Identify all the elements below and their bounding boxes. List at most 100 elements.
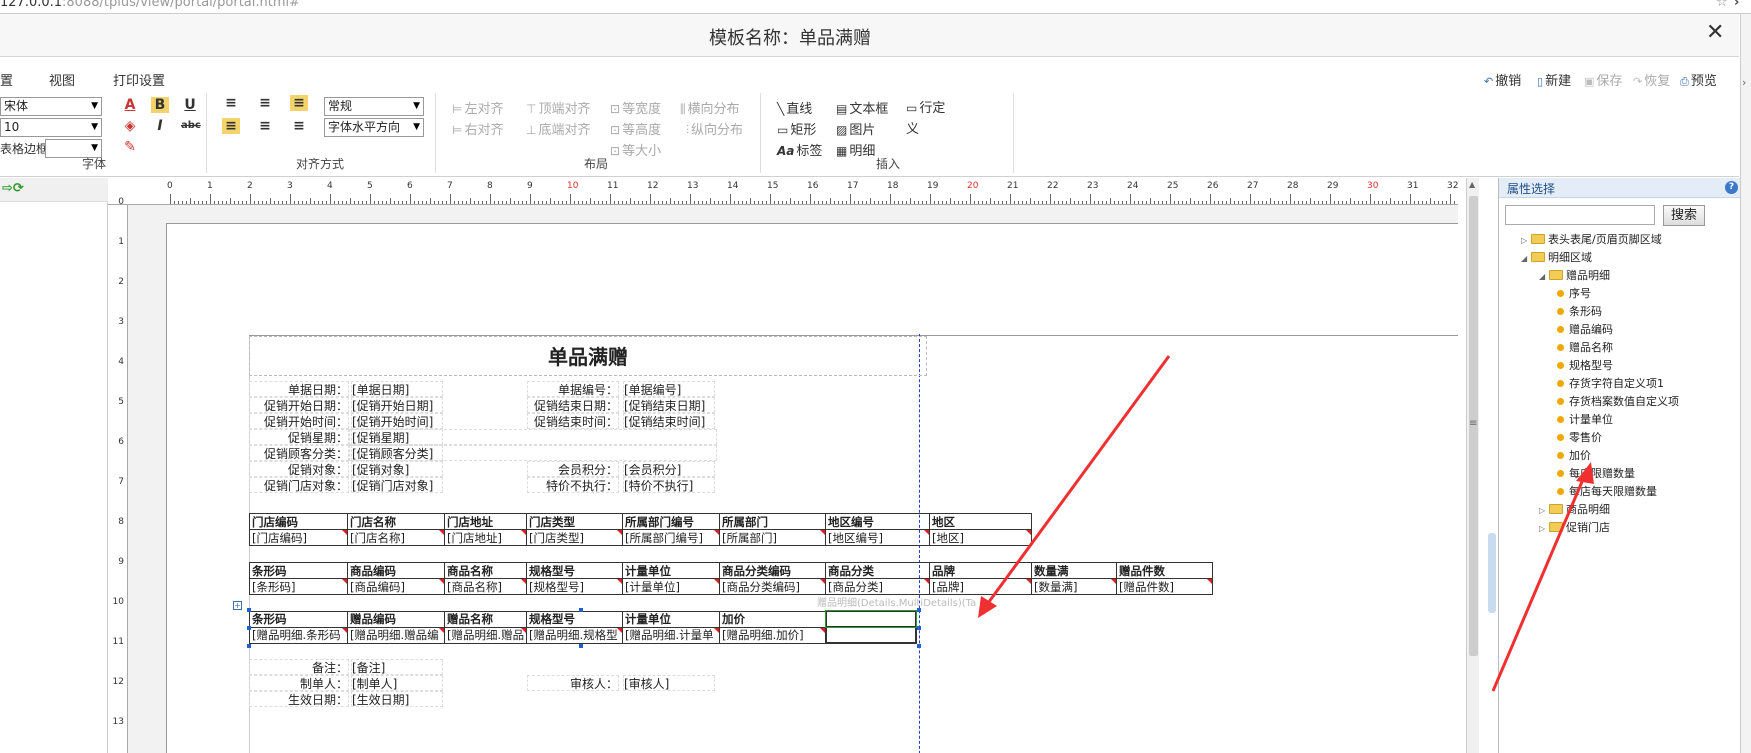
field-value[interactable]: [促销开始时间] bbox=[351, 413, 443, 429]
outer-scrollbar[interactable]: › bbox=[1740, 14, 1751, 753]
header-cell[interactable]: 门店类型 bbox=[526, 513, 623, 530]
data-cell[interactable] bbox=[824, 626, 917, 644]
field-label[interactable]: 促销结束日期： bbox=[527, 397, 619, 413]
same-size-button[interactable]: ⊡ 等大小 bbox=[610, 140, 661, 159]
footer-value[interactable]: [审核人] bbox=[623, 675, 715, 691]
chevron-right-icon[interactable]: › bbox=[1742, 76, 1746, 89]
scroll-up-icon[interactable]: ▲ bbox=[1469, 180, 1475, 189]
canvas-vertical-scrollbar[interactable]: ▲ ≡ bbox=[1466, 178, 1479, 753]
data-cell[interactable]: [商品分类] bbox=[825, 578, 930, 595]
field-label[interactable]: 促销星期： bbox=[249, 429, 349, 445]
field-label[interactable]: 促销开始时间： bbox=[249, 413, 349, 429]
field-value[interactable]: [促销门店对象] bbox=[351, 477, 443, 493]
data-cell[interactable]: [规格型号] bbox=[526, 578, 623, 595]
resize-handle[interactable] bbox=[579, 608, 583, 612]
field-value[interactable]: [促销结束日期] bbox=[623, 397, 715, 413]
field-value[interactable]: [促销开始日期] bbox=[351, 397, 443, 413]
fill-color-icon[interactable]: ◈ bbox=[121, 118, 139, 134]
chevron-right-icon[interactable]: › bbox=[1734, 0, 1739, 10]
format-painter-icon[interactable]: ✎ bbox=[121, 139, 139, 155]
header-cell[interactable]: 赠品编码 bbox=[347, 610, 445, 628]
field-label[interactable]: 单据日期： bbox=[249, 381, 349, 397]
header-cell[interactable]: 赠品名称 bbox=[444, 610, 527, 628]
align-top-icon[interactable]: ≡ bbox=[222, 95, 240, 111]
align-left-icon[interactable]: ≡ bbox=[222, 118, 240, 134]
font-family-select[interactable]: 宋体 ▼ bbox=[0, 97, 102, 116]
align-middle-icon[interactable]: ≡ bbox=[256, 95, 274, 111]
align-left-button[interactable]: ⊨ 左对齐 bbox=[452, 98, 503, 117]
header-cell[interactable]: 商品名称 bbox=[444, 562, 527, 579]
header-cell[interactable]: 门店编码 bbox=[249, 513, 348, 530]
tree-folder[interactable]: ▷ 促销门店 bbox=[1539, 519, 1610, 535]
tree-field[interactable]: 计量单位 bbox=[1557, 411, 1613, 427]
product-table[interactable]: 条形码 商品编码 商品名称 规格型号 计量单位 商品分类编码 商品分类 品牌 数量满 赠品件数 [条… bbox=[249, 562, 1213, 595]
header-cell[interactable]: 商品分类 bbox=[825, 562, 930, 579]
tree-field[interactable]: 零售价 bbox=[1557, 429, 1602, 445]
align-top-button[interactable]: ⊤ 顶端对齐 bbox=[526, 98, 590, 117]
header-cell[interactable]: 所属部门编号 bbox=[622, 513, 720, 530]
expand-toggle-icon[interactable]: ▷ bbox=[1539, 524, 1549, 533]
font-color-icon[interactable]: A bbox=[121, 97, 139, 113]
field-value[interactable]: [单据日期] bbox=[351, 381, 443, 397]
header-cell[interactable]: 加价 bbox=[719, 610, 826, 628]
address-bar[interactable]: 127.0.0.1:8088/tplus/view/portal/portal.… bbox=[0, 0, 1751, 14]
data-cell[interactable]: [所属部门] bbox=[719, 529, 826, 546]
field-label[interactable]: 促销结束时间： bbox=[527, 413, 619, 429]
align-right-button[interactable]: ⊨ 右对齐 bbox=[452, 119, 503, 138]
tree-field[interactable]: 存货字符自定义项1 bbox=[1557, 375, 1664, 391]
italic-icon[interactable]: I bbox=[151, 118, 169, 134]
header-cell[interactable]: 计量单位 bbox=[622, 610, 720, 628]
data-cell[interactable]: [门店地址] bbox=[444, 529, 527, 546]
header-cell[interactable]: 地区编号 bbox=[825, 513, 930, 530]
header-cell[interactable]: 地区 bbox=[929, 513, 1032, 530]
field-label[interactable]: 促销对象： bbox=[249, 461, 349, 477]
header-cell[interactable]: 计量单位 bbox=[622, 562, 720, 579]
v-distribute-button[interactable]: ⫶ 纵向分布 bbox=[686, 119, 743, 138]
insert-rowdef-button[interactable]: ▭ 行定义 bbox=[906, 98, 952, 140]
expand-toggle-icon[interactable]: ▷ bbox=[1521, 236, 1531, 245]
data-cell[interactable]: [赠品明细.规格型 bbox=[526, 626, 623, 644]
tree-folder[interactable]: ▷ 商品明细 bbox=[1539, 501, 1610, 517]
insert-rect-button[interactable]: ▭ 矩形 bbox=[777, 119, 816, 138]
resize-handle[interactable] bbox=[917, 644, 921, 648]
help-icon[interactable]: ? bbox=[1725, 181, 1738, 194]
field-label[interactable]: 促销门店对象： bbox=[249, 477, 349, 493]
footer-value[interactable]: [制单人] bbox=[351, 675, 443, 691]
text-direction-select[interactable]: 字体水平方向 ▼ bbox=[324, 118, 424, 137]
expand-toggle-icon[interactable]: ◢ bbox=[1539, 272, 1549, 281]
align-center-icon[interactable]: ≡ bbox=[256, 118, 274, 134]
search-button[interactable]: 搜索 bbox=[1663, 205, 1705, 226]
header-cell[interactable] bbox=[824, 610, 917, 628]
store-table[interactable]: 门店编码 门店名称 门店地址 门店类型 所属部门编号 所属部门 地区编号 地区 [门店编码] [门… bbox=[249, 513, 1032, 546]
tree-field[interactable]: 条形码 bbox=[1557, 303, 1602, 319]
export-icon[interactable]: ⇨ bbox=[2, 181, 13, 196]
field-value[interactable]: [促销结束时间] bbox=[623, 413, 715, 429]
footer-value[interactable]: [生效日期] bbox=[351, 691, 443, 707]
resize-handle[interactable] bbox=[917, 626, 921, 630]
right-splitter-handle[interactable] bbox=[1488, 533, 1496, 613]
tree-field[interactable]: 赠品名称 bbox=[1557, 339, 1613, 355]
footer-label[interactable]: 制单人： bbox=[249, 675, 349, 691]
font-size-select[interactable]: 10 ▼ bbox=[0, 118, 102, 137]
data-cell[interactable]: [赠品明细.计量单 bbox=[622, 626, 720, 644]
data-cell[interactable]: [品牌] bbox=[929, 578, 1032, 595]
align-bottom-icon[interactable]: ≡ bbox=[290, 95, 308, 111]
data-cell[interactable]: [地区编号] bbox=[825, 529, 930, 546]
resize-handle[interactable] bbox=[247, 608, 251, 612]
move-handle-icon[interactable]: + bbox=[233, 601, 242, 610]
data-cell[interactable]: [门店类型] bbox=[526, 529, 623, 546]
resize-handle[interactable] bbox=[579, 644, 583, 648]
same-height-button[interactable]: ⊡ 等高度 bbox=[610, 119, 661, 138]
header-cell[interactable]: 所属部门 bbox=[719, 513, 826, 530]
tree-folder[interactable]: ▷ 表头表尾/页眉页脚区域 bbox=[1521, 231, 1662, 247]
header-cell[interactable]: 商品编码 bbox=[347, 562, 445, 579]
data-cell[interactable]: [门店编码] bbox=[249, 529, 348, 546]
data-cell[interactable]: [地区] bbox=[929, 529, 1032, 546]
insert-detail-button[interactable]: ▦ 明细 bbox=[836, 140, 875, 159]
tree-field[interactable]: 赠品编码 bbox=[1557, 321, 1613, 337]
tree-folder[interactable]: ◢ 明细区域 bbox=[1521, 249, 1592, 265]
tree-folder[interactable]: ◢ 赠品明细 bbox=[1539, 267, 1610, 283]
field-label[interactable]: 会员积分： bbox=[527, 461, 619, 477]
align-right-icon[interactable]: ≡ bbox=[290, 118, 308, 134]
underline-icon[interactable]: U bbox=[181, 97, 199, 113]
